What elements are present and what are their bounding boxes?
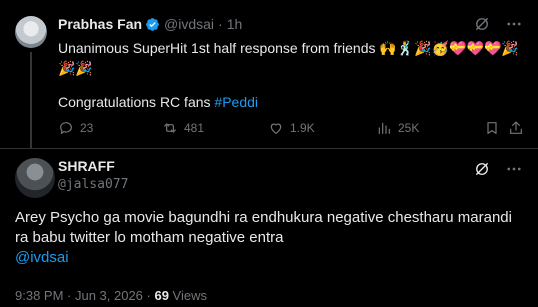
- tweet-text-line2: 🎉🎉: [58, 60, 93, 76]
- bookmark-icon: [487, 122, 497, 134]
- author-name[interactable]: Prabhas Fan: [58, 16, 142, 32]
- author-handle[interactable]: @ivdsai: [164, 16, 214, 32]
- hashtag-link[interactable]: #Peddi: [214, 94, 258, 110]
- tweet-parent[interactable]: Prabhas Fan @ivdsai · 1h Unanimous Super…: [0, 0, 538, 148]
- reply-timestamp[interactable]: 9:38 PM · Jun 3, 2026 ·: [15, 288, 154, 303]
- reply-icon: [60, 122, 72, 134]
- tweet-text-line3: Congratulations RC fans #Peddi: [58, 92, 258, 112]
- like-count: 1.9K: [290, 121, 315, 135]
- verified-badge-icon: [146, 17, 159, 31]
- tweet-text-congrats: Congratulations RC fans: [58, 94, 215, 110]
- grok-icon[interactable]: [473, 160, 491, 178]
- thread-connector-line: [30, 52, 32, 148]
- views-count: 25K: [398, 121, 420, 135]
- reply-views-label: Views: [168, 288, 207, 303]
- tweet-header-actions: [473, 15, 523, 33]
- bookmark-button[interactable]: [484, 120, 500, 136]
- reply-text: Arey Psycho ga movie bagundhi ra endhuku…: [15, 209, 512, 246]
- reply-count: 23: [80, 121, 94, 135]
- share-icon: [510, 121, 522, 134]
- more-icon[interactable]: [505, 160, 523, 178]
- views-icon: [378, 122, 390, 134]
- share-button[interactable]: [508, 120, 524, 136]
- views-button[interactable]: 25K: [376, 120, 419, 136]
- avatar[interactable]: [15, 16, 47, 48]
- like-button[interactable]: 1.9K: [268, 120, 315, 136]
- tweet-action-bar: 23 481 1.9K 25K: [58, 120, 522, 138]
- divider: [0, 148, 538, 149]
- repost-icon: [164, 123, 176, 133]
- repost-count: 481: [184, 121, 205, 135]
- reply-button[interactable]: 23: [58, 120, 93, 136]
- grok-icon[interactable]: [473, 15, 491, 33]
- like-icon: [270, 123, 282, 134]
- tweet-text-line1: Unanimous SuperHit 1st half response fro…: [58, 40, 519, 56]
- separator-dot: ·: [218, 16, 223, 32]
- reply-meta: 9:38 PM · Jun 3, 2026 · 69 Views: [15, 288, 207, 303]
- reply-header-actions: [473, 160, 523, 178]
- post-time[interactable]: 1h: [227, 16, 243, 32]
- reply-views-count: 69: [154, 288, 169, 303]
- reply-avatar[interactable]: [15, 158, 55, 198]
- reply-mention-link[interactable]: @ivdsai: [15, 248, 69, 268]
- repost-button[interactable]: 481: [162, 120, 204, 136]
- reply-author-name[interactable]: SHRAFF: [58, 158, 115, 174]
- more-icon[interactable]: [505, 15, 523, 33]
- reply-author-handle[interactable]: @jalsa077: [58, 177, 128, 192]
- tweet-header: Prabhas Fan @ivdsai · 1h: [58, 15, 242, 33]
